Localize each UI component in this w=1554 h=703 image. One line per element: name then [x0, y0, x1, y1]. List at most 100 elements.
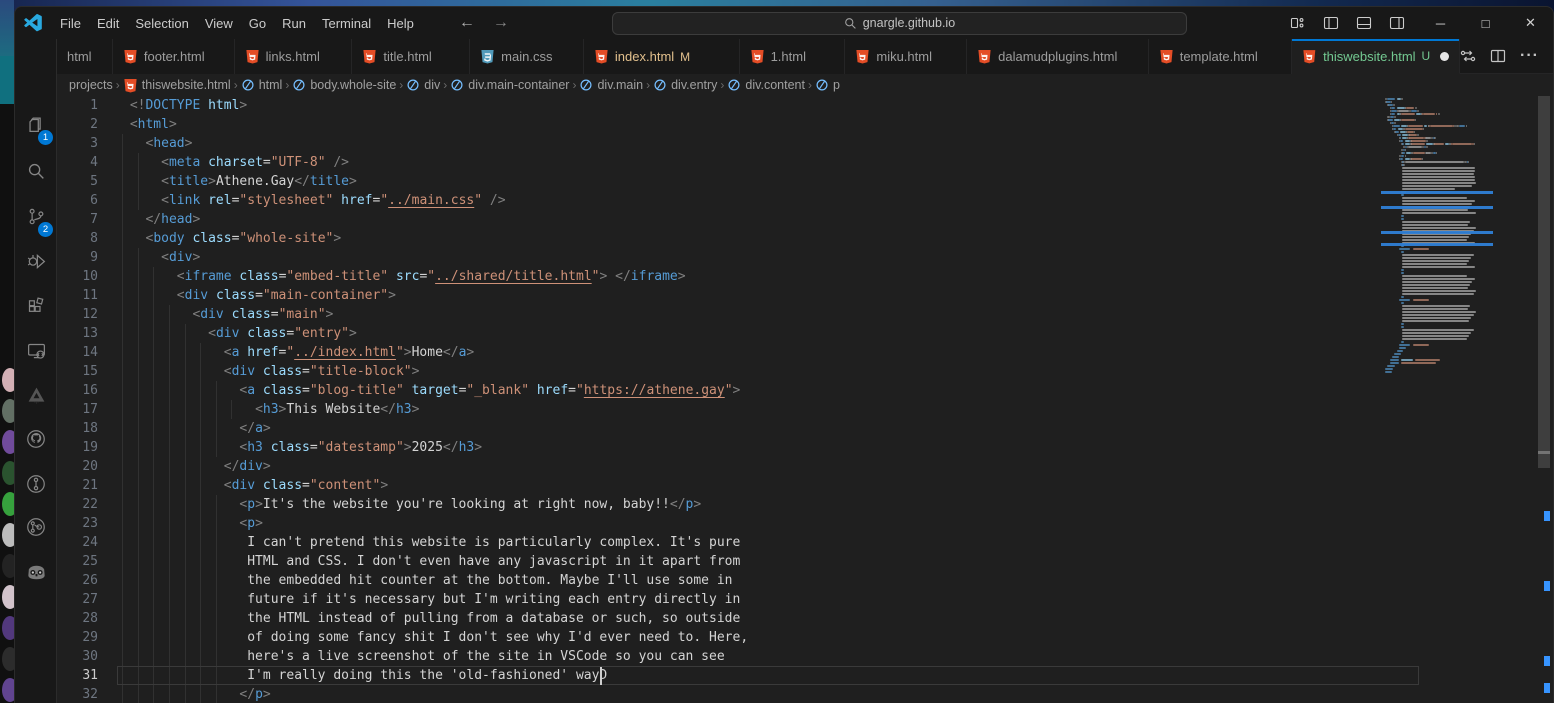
- code-line[interactable]: 5 <title>Athene.Gay</title>: [57, 172, 1553, 191]
- menu-go[interactable]: Go: [241, 13, 274, 34]
- activity-gitlens[interactable]: [15, 466, 57, 506]
- activity-godot[interactable]: [15, 555, 57, 595]
- code-line[interactable]: 7 </head>: [57, 210, 1553, 229]
- scrollbar-thumb[interactable]: [1538, 96, 1550, 468]
- code-line[interactable]: 18 </a>: [57, 419, 1553, 438]
- breadcrumb-item[interactable]: div.content: [727, 78, 805, 92]
- minimap-highlight: [1381, 231, 1493, 234]
- breadcrumb-item[interactable]: div.entry: [653, 78, 717, 92]
- code-line[interactable]: 21 <div class="content">: [57, 476, 1553, 495]
- toggle-primary-sidebar-button[interactable]: [1318, 11, 1344, 35]
- menu-view[interactable]: View: [197, 13, 241, 34]
- activity-astro[interactable]: [15, 378, 57, 418]
- code-line[interactable]: 11 <div class="main-container">: [57, 286, 1553, 305]
- history-forward-button[interactable]: →: [484, 14, 518, 32]
- activity-git-graph[interactable]: [15, 509, 57, 549]
- tab-dalamudplugins-html[interactable]: dalamudplugins.html: [967, 39, 1149, 74]
- unsaved-dot[interactable]: [1440, 52, 1449, 61]
- code-line[interactable]: 27 future if it's necessary but I'm writ…: [57, 590, 1553, 609]
- activity-run-debug[interactable]: [15, 244, 57, 284]
- code-line[interactable]: 30 here's a live screenshot of the site …: [57, 647, 1553, 666]
- editor-scrollbar[interactable]: [1537, 96, 1551, 703]
- close-button[interactable]: ✕: [1508, 7, 1553, 39]
- command-center-search[interactable]: gnargle.github.io: [612, 12, 1187, 35]
- tab-miku-html[interactable]: miku.html: [845, 39, 967, 74]
- breadcrumb-item[interactable]: html: [241, 78, 283, 92]
- history-back-button[interactable]: ←: [450, 14, 484, 32]
- menu-file[interactable]: File: [52, 13, 89, 34]
- activity-extensions[interactable]: [15, 289, 57, 329]
- breadcrumb-separator: ›: [440, 78, 450, 92]
- code-editor[interactable]: 1 <!DOCTYPE html> 2 <html> 3 <head> 4 <m…: [57, 96, 1553, 703]
- toggle-secondary-sidebar-button[interactable]: [1384, 11, 1410, 35]
- breadcrumb-item[interactable]: body.whole-site: [292, 78, 396, 92]
- activity-remote-explorer[interactable]: [15, 334, 57, 374]
- tab-title-html[interactable]: title.html: [352, 39, 470, 74]
- code-line[interactable]: 8 <body class="whole-site">: [57, 229, 1553, 248]
- code-line[interactable]: 16 <a class="blog-title" target="_blank"…: [57, 381, 1553, 400]
- breadcrumb-separator: ›: [643, 78, 653, 92]
- code-line[interactable]: 23 <p>: [57, 514, 1553, 533]
- code-line[interactable]: 24 I can't pretend this website is parti…: [57, 533, 1553, 552]
- toggle-panel-button[interactable]: [1351, 11, 1377, 35]
- code-line[interactable]: 12 <div class="main">: [57, 305, 1553, 324]
- tab-html[interactable]: html: [57, 39, 113, 74]
- code-line[interactable]: 2 <html>: [57, 115, 1553, 134]
- code-line[interactable]: 6 <link rel="stylesheet" href="../main.c…: [57, 191, 1553, 210]
- maximize-button[interactable]: □: [1463, 7, 1508, 39]
- minimap[interactable]: [1381, 98, 1493, 698]
- breadcrumb-item[interactable]: div.main: [579, 78, 643, 92]
- code-line[interactable]: 4 <meta charset="UTF-8" />: [57, 153, 1553, 172]
- code-line[interactable]: 14 <a href="../index.html">Home</a>: [57, 343, 1553, 362]
- tab-label: 1.html: [771, 49, 806, 64]
- breadcrumb-item[interactable]: div.main-container: [450, 78, 569, 92]
- code-line[interactable]: 20 </div>: [57, 457, 1553, 476]
- code-line[interactable]: 28 the HTML instead of pulling from a da…: [57, 609, 1553, 628]
- menu-terminal[interactable]: Terminal: [314, 13, 379, 34]
- tab-template-html[interactable]: template.html: [1149, 39, 1293, 74]
- tab-label: miku.html: [876, 49, 932, 64]
- menu-edit[interactable]: Edit: [89, 13, 127, 34]
- open-changes-icon[interactable]: [1460, 48, 1476, 64]
- minimize-button[interactable]: ─: [1418, 7, 1463, 39]
- code-line[interactable]: 32 </p>: [57, 685, 1553, 703]
- code-line[interactable]: 1 <!DOCTYPE html>: [57, 96, 1553, 115]
- activity-source-control[interactable]: 2: [15, 199, 57, 239]
- code-line[interactable]: 13 <div class="entry">: [57, 324, 1553, 343]
- breadcrumb-item[interactable]: div: [406, 78, 440, 92]
- activity-search[interactable]: [15, 153, 57, 193]
- tab-main-css[interactable]: main.css: [470, 39, 584, 74]
- tab-1-html[interactable]: 1.html: [740, 39, 846, 74]
- code-line[interactable]: 15 <div class="title-block">: [57, 362, 1553, 381]
- tab-thiswebsite-html[interactable]: thiswebsite.html U: [1292, 39, 1460, 74]
- activity-badge: 1: [38, 130, 53, 145]
- desktop-edge: [0, 0, 14, 703]
- activity-github[interactable]: [15, 421, 57, 461]
- more-actions-icon[interactable]: ···: [1520, 47, 1539, 65]
- customize-layout-button[interactable]: [1285, 11, 1311, 35]
- split-editor-icon[interactable]: [1490, 48, 1506, 64]
- code-line[interactable]: 22 <p>It's the website you're looking at…: [57, 495, 1553, 514]
- code-line[interactable]: 26 the embedded hit counter at the botto…: [57, 571, 1553, 590]
- tab-footer-html[interactable]: footer.html: [113, 39, 235, 74]
- code-line[interactable]: 17 <h3>This Website</h3>: [57, 400, 1553, 419]
- line-number: 26: [57, 571, 98, 590]
- code-line[interactable]: 10 <iframe class="embed-title" src="../s…: [57, 267, 1553, 286]
- code-line[interactable]: 19 <h3 class="datestamp">2025</h3>: [57, 438, 1553, 457]
- code-line[interactable]: 29 of doing some fancy shit I don't see …: [57, 628, 1553, 647]
- line-number: 14: [57, 343, 98, 362]
- menu-help[interactable]: Help: [379, 13, 422, 34]
- tab-links-html[interactable]: links.html: [235, 39, 353, 74]
- code-line[interactable]: 9 <div>: [57, 248, 1553, 267]
- breadcrumb-item[interactable]: projects: [69, 78, 113, 92]
- breadcrumb-item[interactable]: p: [815, 78, 840, 92]
- menu-selection[interactable]: Selection: [127, 13, 196, 34]
- menu-run[interactable]: Run: [274, 13, 314, 34]
- code-line[interactable]: 31 I'm really doing this the 'old-fashio…: [57, 666, 1553, 685]
- tab-index-html[interactable]: index.html M: [584, 39, 740, 74]
- line-number: 30: [57, 647, 98, 666]
- code-line[interactable]: 3 <head>: [57, 134, 1553, 153]
- breadcrumb-item[interactable]: thiswebsite.html: [123, 78, 231, 93]
- activity-explorer[interactable]: 1: [15, 107, 57, 147]
- code-line[interactable]: 25 HTML and CSS. I don't even have any j…: [57, 552, 1553, 571]
